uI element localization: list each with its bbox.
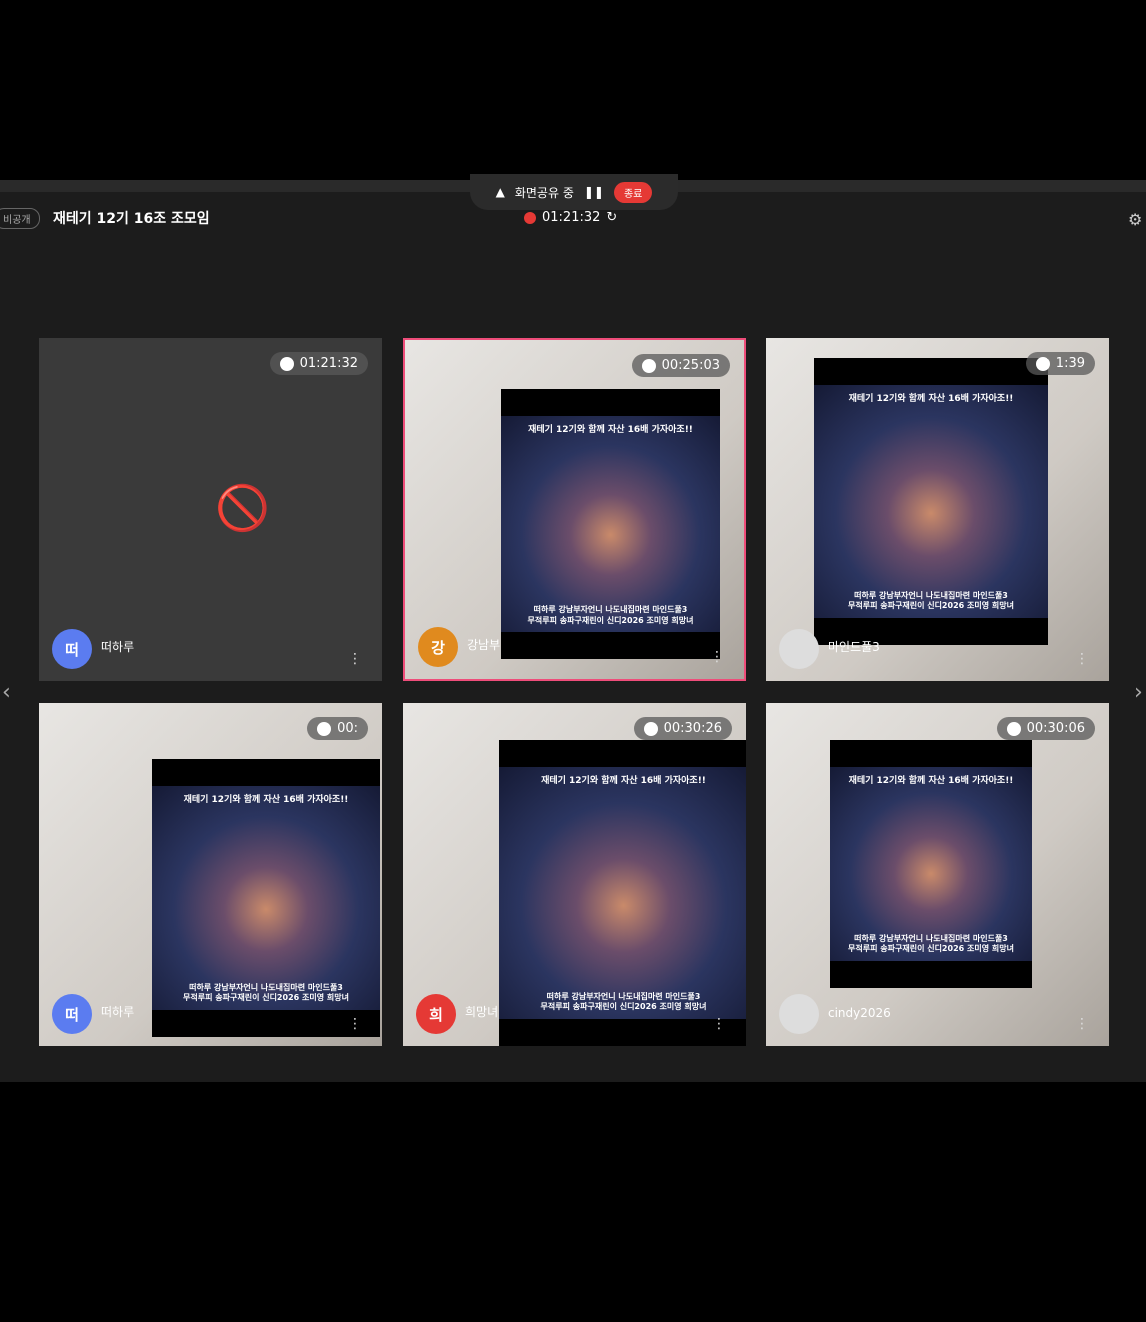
poster-line2: 무적루피 송파구재린이 신디2026 조미영 희망녀 <box>527 615 694 625</box>
meeting-title: 재테기 12기 16조 조모임 <box>53 211 210 227</box>
avatar: 강 <box>418 627 458 667</box>
shared-poster-image: 재테기 12기와 함께 자산 16배 가자아조!! 떠하루 강남부자언니 나도내집… <box>152 759 380 1037</box>
visibility-badge: 비공개 <box>0 208 40 229</box>
participant-timer: 00:30:26 <box>633 717 732 740</box>
meeting-timer: 01:21:32 ↻ <box>524 210 617 225</box>
clock-icon <box>317 721 332 736</box>
clock-icon <box>1006 721 1021 736</box>
participant-name: 마인드풀3 <box>828 640 880 654</box>
poster-line2: 무적루피 송파구재린이 신디2026 조미영 희망녀 <box>848 601 1014 611</box>
participant-timer: 00: <box>307 717 368 740</box>
participant-timer: 1:39 <box>1025 352 1095 375</box>
shared-poster-image: 재테기 12기와 함께 자산 16배 가자아조!! 떠하루 강남부자언니 나도내집… <box>830 740 1032 988</box>
poster-line2: 무적루피 송파구재린이 신디2026 조미영 희망녀 <box>848 944 1014 954</box>
participant-name: 떠하루 <box>101 1005 135 1019</box>
avatar-initial: 떠 <box>65 640 79 659</box>
more-options-icon[interactable]: ⋮ <box>1075 651 1089 667</box>
participant-name: 강남부 <box>467 638 501 652</box>
timer-text: 00:30:06 <box>1026 721 1085 736</box>
timer-text: 1:39 <box>1055 356 1085 371</box>
more-options-icon[interactable]: ⋮ <box>712 1016 726 1032</box>
participant-tile[interactable]: 🚫 01:21:32 떠 떠하루 ⋮ <box>39 338 382 681</box>
poster-line1: 떠하루 강남부자언니 나도내집마련 마인드풀3 <box>854 933 1008 943</box>
participant-tile[interactable]: 재테기 12기와 함께 자산 16배 가자아조!! 떠하루 강남부자언니 나도내집… <box>39 703 382 1046</box>
timer-text: 00: <box>337 721 358 736</box>
participant-name: cindy2026 <box>828 1006 891 1020</box>
poster-line2: 무적루피 송파구재린이 신디2026 조미영 희망녀 <box>183 993 349 1003</box>
settings-sliders-icon[interactable]: ⚙ <box>1128 210 1142 229</box>
avatar <box>779 629 819 669</box>
poster-title: 재테기 12기와 함께 자산 16배 가자아조!! <box>848 394 1014 405</box>
clock-icon <box>641 358 656 373</box>
participant-name: 떠하루 <box>101 640 135 654</box>
participant-timer: 00:30:06 <box>996 717 1095 740</box>
avatar: 희 <box>416 994 456 1034</box>
timer-text: 00:25:03 <box>661 358 720 373</box>
stop-share-button[interactable]: 종료 <box>613 181 653 203</box>
avatar: 떠 <box>52 994 92 1034</box>
shared-poster-image: 재테기 12기와 함께 자산 16배 가자아조!! 떠하루 강남부자언니 나도내집… <box>499 740 746 1046</box>
avatar <box>779 994 819 1034</box>
clock-icon <box>643 721 658 736</box>
poster-title: 재테기 12기와 함께 자산 16배 가자아조!! <box>541 776 706 787</box>
participant-tile[interactable]: 재테기 12기와 함께 자산 16배 가자아조!! 떠하루 강남부자언니 나도내집… <box>403 703 746 1046</box>
more-options-icon[interactable]: ⋮ <box>1075 1016 1089 1032</box>
recording-icon <box>524 211 536 224</box>
poster-title: 재테기 12기와 함께 자산 16배 가자아조!! <box>848 776 1014 787</box>
poster-line1: 떠하루 강남부자언니 나도내집마련 마인드풀3 <box>854 590 1008 600</box>
poster-line1: 떠하루 강남부자언니 나도내집마련 마인드풀3 <box>189 982 343 992</box>
clock-icon <box>1035 356 1050 371</box>
screen-share-icon: ▲ <box>495 185 505 199</box>
timer-text: 00:30:26 <box>663 721 722 736</box>
next-page-arrow[interactable]: › <box>1134 680 1143 705</box>
poster-title: 재테기 12기와 함께 자산 16배 가자아조!! <box>528 425 693 436</box>
screen-share-bar: ▲ 화면공유 중 ❚❚ 종료 <box>470 174 678 210</box>
shared-poster-image: 재테기 12기와 함께 자산 16배 가자아조!! 떠하루 강남부자언니 나도내집… <box>501 389 720 659</box>
avatar: 떠 <box>52 629 92 669</box>
more-options-icon[interactable]: ⋮ <box>348 651 362 667</box>
clock-icon <box>279 356 294 371</box>
poster-line1: 떠하루 강남부자언니 나도내집마련 마인드풀3 <box>533 605 688 615</box>
participant-tile[interactable]: 재테기 12기와 함께 자산 16배 가자아조!! 떠하루 강남부자언니 나도내집… <box>766 338 1109 681</box>
avatar-initial: 희 <box>429 1005 443 1024</box>
prev-page-arrow[interactable]: ‹ <box>2 680 11 705</box>
elapsed-time: 01:21:32 <box>542 210 601 225</box>
participant-timer: 01:21:32 <box>269 352 368 375</box>
poster-line2: 무적루피 송파구재린이 신디2026 조미영 희망녀 <box>540 1002 707 1012</box>
more-options-icon[interactable]: ⋮ <box>710 649 724 665</box>
avatar-initial: 떠 <box>65 1005 79 1024</box>
camera-off-icon: 🚫 <box>215 483 270 534</box>
participant-name: 희망녀 <box>465 1005 499 1019</box>
timer-text: 01:21:32 <box>299 356 358 371</box>
poster-title: 재테기 12기와 함께 자산 16배 가자아조!! <box>183 795 349 806</box>
shared-poster-image: 재테기 12기와 함께 자산 16배 가자아조!! 떠하루 강남부자언니 나도내집… <box>814 358 1048 645</box>
avatar-initial: 강 <box>431 638 445 657</box>
participant-tile[interactable]: 재테기 12기와 함께 자산 16배 가자아조!! 떠하루 강남부자언니 나도내집… <box>403 338 746 681</box>
poster-line1: 떠하루 강남부자언니 나도내집마련 마인드풀3 <box>546 991 701 1001</box>
participant-timer: 00:25:03 <box>631 354 730 377</box>
participant-tile[interactable]: 재테기 12기와 함께 자산 16배 가자아조!! 떠하루 강남부자언니 나도내집… <box>766 703 1109 1046</box>
pause-button[interactable]: ❚❚ <box>584 185 604 199</box>
more-options-icon[interactable]: ⋮ <box>348 1016 362 1032</box>
share-status: 화면공유 중 <box>514 185 574 200</box>
refresh-icon[interactable]: ↻ <box>606 210 617 225</box>
